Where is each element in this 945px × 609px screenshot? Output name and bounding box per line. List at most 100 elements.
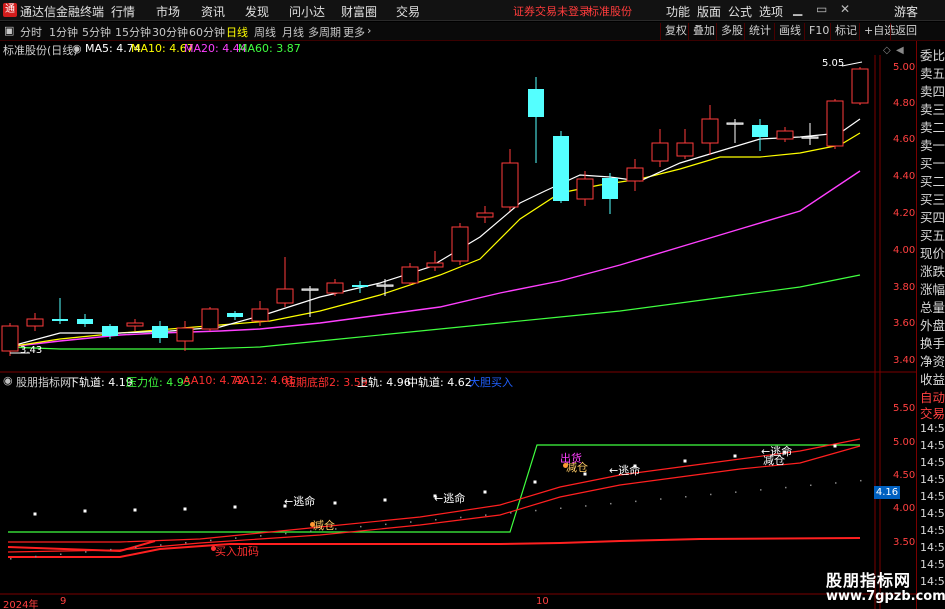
adjust-button[interactable]: 复权: [660, 23, 687, 40]
chevron-right-icon[interactable]: ›: [367, 24, 371, 37]
candle-body: [501, 162, 519, 208]
tick-time: 14:56: [920, 541, 945, 554]
ind-tick: 5.50: [893, 403, 916, 414]
menu-item-wealth[interactable]: 财富圈: [341, 3, 377, 20]
candle-body: [1, 325, 19, 352]
sidebar-item-earnings[interactable]: 收益: [920, 369, 945, 388]
candle-body: [851, 68, 869, 104]
sidebar-item-ask5[interactable]: 卖五: [920, 63, 945, 82]
candle-body: [752, 125, 768, 137]
candle-body: [201, 308, 219, 330]
indicator-dot: [833, 444, 837, 448]
indicator-settings-icon[interactable]: ◉: [3, 374, 13, 387]
sidebar-item-bid-ratio[interactable]: 委比: [920, 45, 945, 64]
sidebar-item-bid4[interactable]: 买四: [920, 207, 945, 226]
menu-function[interactable]: 功能: [666, 3, 690, 20]
faint-dot: [785, 486, 787, 489]
faint-dot: [60, 553, 62, 555]
sidebar-item-bid1[interactable]: 买一: [920, 153, 945, 172]
sidebar-item-change[interactable]: 涨跌: [920, 261, 945, 280]
sidebar-item-outer[interactable]: 外盘: [920, 315, 945, 334]
faint-dot: [185, 541, 187, 544]
watermark: 股朋指标网 www.7gpzb.com: [823, 567, 945, 607]
faint-dot: [410, 521, 412, 523]
sidebar-item-price[interactable]: 现价: [920, 243, 945, 262]
indicator-dot: [383, 498, 387, 502]
draw-line-button[interactable]: 画线: [774, 23, 801, 40]
menu-item-trade[interactable]: 交易: [396, 3, 420, 20]
menu-layout[interactable]: 版面: [697, 3, 721, 20]
indicator-dot: [83, 509, 87, 513]
settings-icon[interactable]: ◉: [72, 42, 82, 55]
period-tab-30min[interactable]: 30分钟: [152, 24, 188, 40]
sidebar-item-volume[interactable]: 总量: [920, 297, 945, 316]
candle-body: [801, 136, 819, 139]
period-tab-more[interactable]: 更多: [343, 24, 365, 40]
menu-item-market[interactable]: 市场: [156, 3, 180, 20]
sidebar-item-bid3[interactable]: 买三: [920, 189, 945, 208]
back-button[interactable]: 返回: [890, 23, 917, 40]
period-tab-1min[interactable]: 1分钟: [49, 24, 78, 40]
menu-item-discover[interactable]: 发现: [245, 3, 269, 20]
close-icon[interactable]: ✕: [840, 2, 850, 16]
upper-rail-label: 上轨: 4.96: [357, 376, 411, 389]
price-tick: 4.80: [893, 98, 916, 109]
candle-body: [352, 285, 368, 287]
stats-button[interactable]: 统计: [744, 23, 771, 40]
sidebar-item-ask3[interactable]: 卖三: [920, 99, 945, 118]
period-tab-5min[interactable]: 5分钟: [82, 24, 111, 40]
sidebar-item-change-pct[interactable]: 涨幅: [920, 279, 945, 298]
faint-dot: [860, 479, 862, 482]
f10-button[interactable]: F10: [804, 23, 829, 40]
menu-options[interactable]: 选项: [759, 3, 783, 20]
candle-body: [426, 262, 444, 268]
sidebar-item-ask2[interactable]: 卖二: [920, 117, 945, 136]
chart-canvas[interactable]: ◇ ◀: [0, 41, 916, 609]
lower-rail-label: 下轨道: 4.19: [68, 376, 133, 389]
multi-stock-button[interactable]: 多股: [716, 23, 743, 40]
ma60-label: MA60: 3.87: [238, 42, 301, 55]
menu-item-news[interactable]: 资讯: [201, 3, 225, 20]
faint-dot: [835, 482, 837, 484]
period-tab-daily[interactable]: 日线: [226, 24, 248, 40]
user-guest[interactable]: 游客: [894, 3, 918, 20]
faint-dot: [760, 489, 762, 491]
faint-dot: [435, 519, 437, 521]
year-label: 2024年: [3, 600, 39, 609]
high-price-label: 5.05: [822, 58, 845, 69]
menu-item-ask[interactable]: 问小达: [289, 3, 325, 20]
restore-icon[interactable]: ▭: [816, 2, 827, 16]
sidebar-trade[interactable]: 交易: [920, 403, 945, 422]
candle-body: [102, 326, 118, 336]
minimize-icon[interactable]: ▁: [793, 2, 802, 16]
period-tab-weekly[interactable]: 周线: [254, 24, 276, 40]
short-bottom-label: 短期底部2: 3.59: [285, 376, 368, 389]
period-tab-monthly[interactable]: 月线: [282, 24, 304, 40]
reduce-position-signal: 减仓: [313, 519, 335, 532]
overlay-button[interactable]: 叠加: [688, 23, 715, 40]
tick-time: 14:56: [920, 473, 945, 486]
sidebar-item-bid2[interactable]: 买二: [920, 171, 945, 190]
app-title: 通达信金融终端: [20, 5, 105, 19]
faint-dot: [560, 507, 562, 510]
trade-login-status[interactable]: 证券交易未登录: [513, 3, 590, 19]
period-tab-multi[interactable]: 多周期: [308, 24, 341, 40]
menu-bar: 通 通达信金融终端 行情 市场 资讯 发现 问小达 财富圈 交易 证券交易未登录…: [0, 0, 945, 21]
period-tab-60min[interactable]: 60分钟: [189, 24, 225, 40]
menu-item-quotes[interactable]: 行情: [111, 3, 135, 20]
menu-formula[interactable]: 公式: [728, 3, 752, 20]
mark-button[interactable]: 标记: [830, 23, 857, 40]
escape-signal: ←逃命: [434, 492, 466, 505]
period-tab-15min[interactable]: 15分钟: [115, 24, 151, 40]
sidebar-item-turnover[interactable]: 换手: [920, 333, 945, 352]
candle-body: [676, 142, 694, 157]
sidebar-item-bid5[interactable]: 买五: [920, 225, 945, 244]
indicator-dot: [183, 507, 187, 511]
sidebar-item-ask1[interactable]: 卖一: [920, 135, 945, 154]
period-tab-intraday[interactable]: 分时: [20, 24, 42, 40]
indicator-dot: [483, 490, 487, 494]
tick-time: 14:56: [920, 507, 945, 520]
pressure-label: 压力位: 4.95: [126, 376, 191, 389]
sidebar-item-net-asset[interactable]: 净资: [920, 351, 945, 370]
sidebar-item-ask4[interactable]: 卖四: [920, 81, 945, 100]
